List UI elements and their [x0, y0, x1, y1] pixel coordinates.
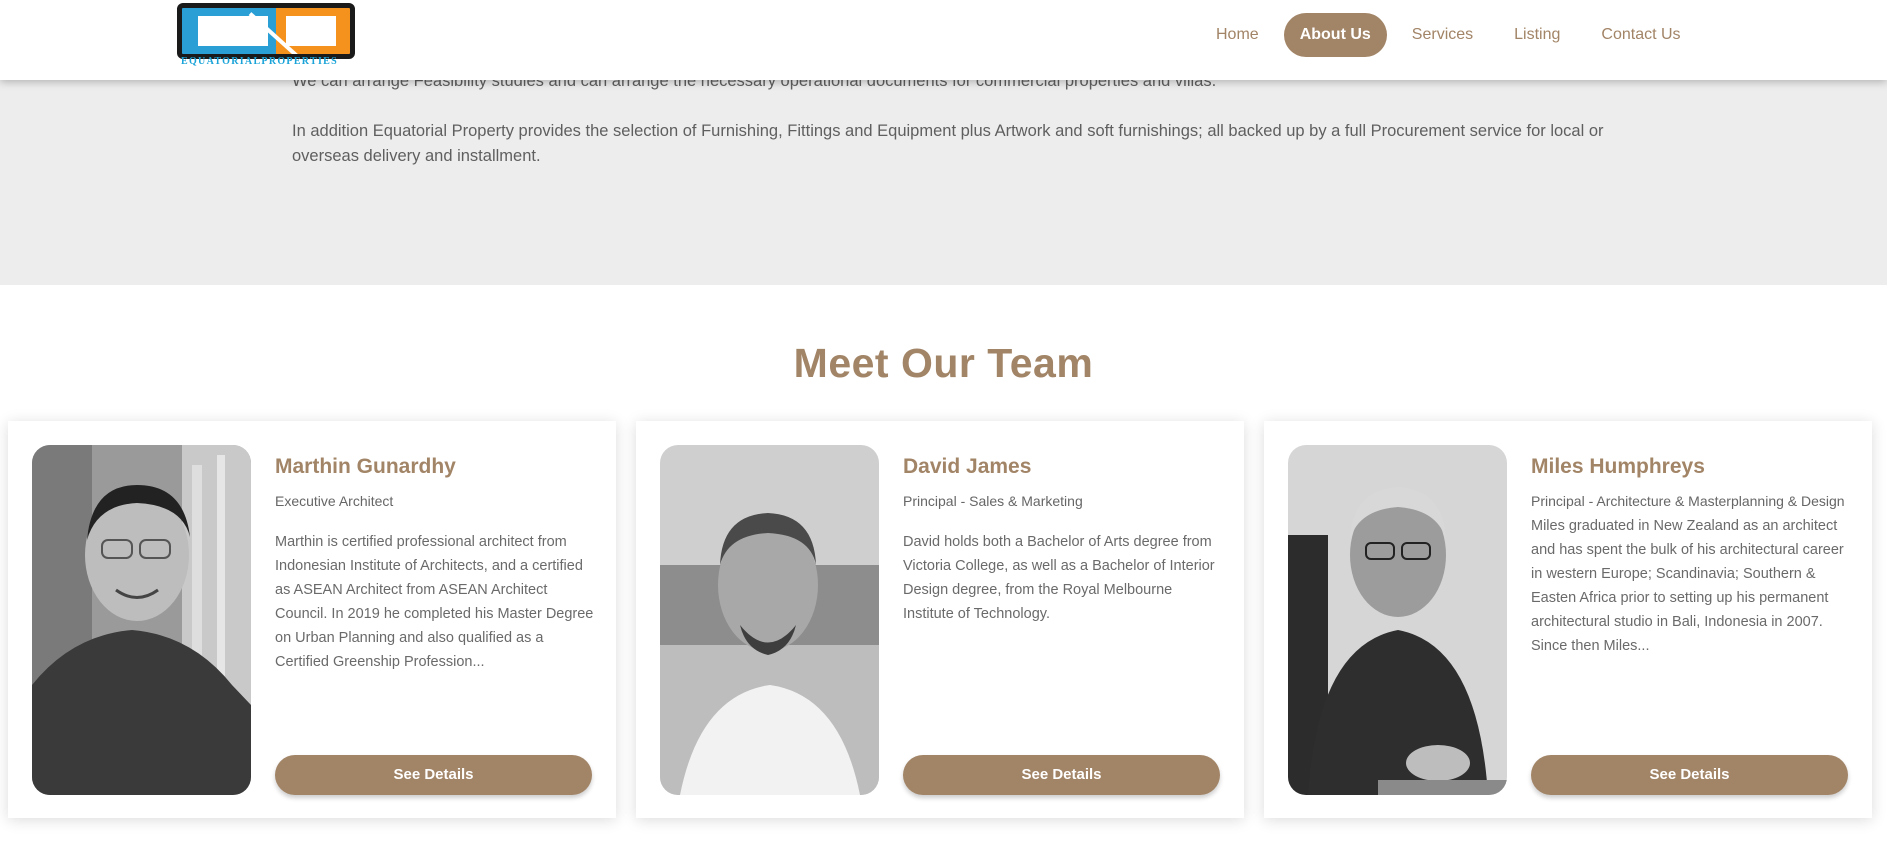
- member-name: Marthin Gunardhy: [275, 455, 456, 478]
- see-details-button[interactable]: See Details: [1531, 755, 1848, 795]
- main-nav: Home About Us Services Listing Contact U…: [1200, 13, 1706, 57]
- team-card-david: David James Principal - Sales & Marketin…: [636, 421, 1244, 818]
- nav-contact-us[interactable]: Contact Us: [1585, 13, 1696, 57]
- site-header: EQUATORIALPROPERTIES Home About Us Servi…: [0, 0, 1887, 80]
- see-details-button[interactable]: See Details: [275, 755, 592, 795]
- nav-about-us[interactable]: About Us: [1283, 13, 1387, 57]
- see-details-button[interactable]: See Details: [903, 755, 1220, 795]
- member-role: Principal - Sales & Marketing: [903, 493, 1083, 509]
- intro-paragraph-2: In addition Equatorial Property provides…: [292, 122, 1604, 165]
- logo-mark: [177, 3, 355, 59]
- member-bio: Miles graduated in New Zealand as an arc…: [1531, 518, 1844, 654]
- nav-services[interactable]: Services: [1396, 13, 1489, 57]
- team-card-miles: Miles Humphreys Principal - Architecture…: [1264, 421, 1872, 818]
- logo[interactable]: EQUATORIALPROPERTIES: [177, 3, 355, 69]
- logo-wordmark: EQUATORIALPROPERTIES: [181, 56, 338, 67]
- member-name: Miles Humphreys: [1531, 455, 1705, 478]
- nav-listing[interactable]: Listing: [1498, 13, 1576, 57]
- team-section-title: Meet Our Team: [793, 340, 1094, 386]
- member-info: Marthin Gunardhy Executive Architect Mar…: [275, 454, 595, 674]
- member-info: Miles Humphreys Principal - Architecture…: [1531, 454, 1851, 658]
- member-info: David James Principal - Sales & Marketin…: [903, 454, 1223, 626]
- member-photo: [32, 445, 251, 795]
- nav-home[interactable]: Home: [1200, 13, 1275, 57]
- member-bio: David holds both a Bachelor of Arts degr…: [903, 534, 1215, 622]
- team-card-marthin: Marthin Gunardhy Executive Architect Mar…: [8, 421, 616, 818]
- member-name: David James: [903, 455, 1032, 478]
- member-role: Principal - Architecture & Masterplannin…: [1531, 493, 1845, 509]
- member-bio: Marthin is certified professional archit…: [275, 534, 594, 670]
- member-role: Executive Architect: [275, 493, 394, 509]
- member-photo: [1288, 445, 1507, 795]
- member-photo: [660, 445, 879, 795]
